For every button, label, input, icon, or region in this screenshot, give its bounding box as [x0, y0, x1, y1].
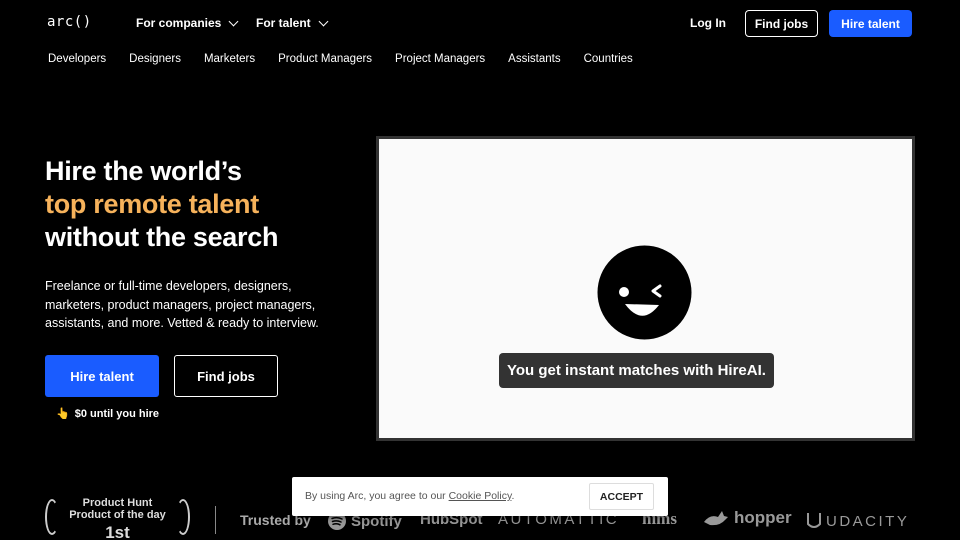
accept-cookies-button[interactable]: ACCEPT: [589, 483, 654, 510]
udacity-icon: [807, 513, 821, 528]
rabbit-icon: [704, 511, 728, 526]
nav-for-companies[interactable]: For companies: [136, 16, 239, 30]
subnav-developers[interactable]: Developers: [48, 53, 106, 65]
pointing-hand-icon: 👆: [56, 408, 70, 420]
top-navigation: arc() For companies For talent Log In Fi…: [0, 0, 960, 48]
category-subnav: Developers Designers Marketers Product M…: [48, 53, 633, 65]
hire-note: 👆 $0 until you hire: [56, 407, 160, 421]
award-line1: Product Hunt: [82, 497, 153, 509]
cookie-suffix: .: [511, 490, 515, 502]
nav-for-talent[interactable]: For talent: [256, 16, 329, 30]
chevron-down-icon: [228, 16, 239, 26]
cookie-policy-link[interactable]: Cookie Policy: [449, 490, 512, 502]
login-link[interactable]: Log In: [690, 16, 726, 30]
divider: [215, 506, 216, 534]
award-text: Product Hunt Product of the day: [45, 497, 190, 521]
video-caption: You get instant matches with HireAI.: [499, 353, 774, 388]
hero-title: Hire the world’s top remote talent witho…: [45, 155, 278, 254]
subnav-designers[interactable]: Designers: [129, 53, 181, 65]
subnav-product-managers[interactable]: Product Managers: [278, 53, 372, 65]
subnav-assistants[interactable]: Assistants: [508, 53, 560, 65]
hire-talent-header-button[interactable]: Hire talent: [829, 10, 912, 37]
find-jobs-header-button[interactable]: Find jobs: [745, 10, 818, 37]
hero-title-line3: without the search: [45, 222, 279, 252]
nav-for-talent-label: For talent: [256, 16, 311, 30]
subnav-marketers[interactable]: Marketers: [204, 53, 255, 65]
chevron-down-icon: [318, 16, 329, 26]
product-hunt-award: Product Hunt Product of the day 1st: [45, 495, 190, 540]
nav-for-companies-label: For companies: [136, 16, 222, 30]
hire-note-text: $0 until you hire: [74, 407, 160, 420]
winking-face-icon: [597, 245, 692, 340]
hero-title-line1: Hire the world’s: [45, 156, 242, 186]
hero-title-line2: top remote talent: [45, 189, 259, 219]
hire-talent-button[interactable]: Hire talent: [45, 355, 159, 397]
cookie-message: By using Arc, you agree to our: [305, 490, 446, 502]
award-rank: 1st: [105, 523, 130, 540]
arc-logo[interactable]: arc(): [47, 14, 92, 30]
cookie-text: By using Arc, you agree to our Cookie Po…: [305, 490, 514, 502]
udacity-logo: UDACITY: [806, 511, 909, 531]
subnav-project-managers[interactable]: Project Managers: [395, 53, 485, 65]
cookie-banner: By using Arc, you agree to our Cookie Po…: [292, 477, 668, 516]
hero-description: Freelance or full-time developers, desig…: [45, 279, 319, 330]
hopper-logo: hopper: [702, 508, 792, 528]
hireai-video-panel[interactable]: You get instant matches with HireAI.: [376, 136, 915, 441]
udacity-text: UDACITY: [826, 512, 910, 530]
subnav-countries[interactable]: Countries: [584, 53, 633, 65]
award-line2: Product of the day: [69, 509, 166, 521]
hopper-text: hopper: [734, 508, 792, 527]
find-jobs-button[interactable]: Find jobs: [174, 355, 278, 397]
